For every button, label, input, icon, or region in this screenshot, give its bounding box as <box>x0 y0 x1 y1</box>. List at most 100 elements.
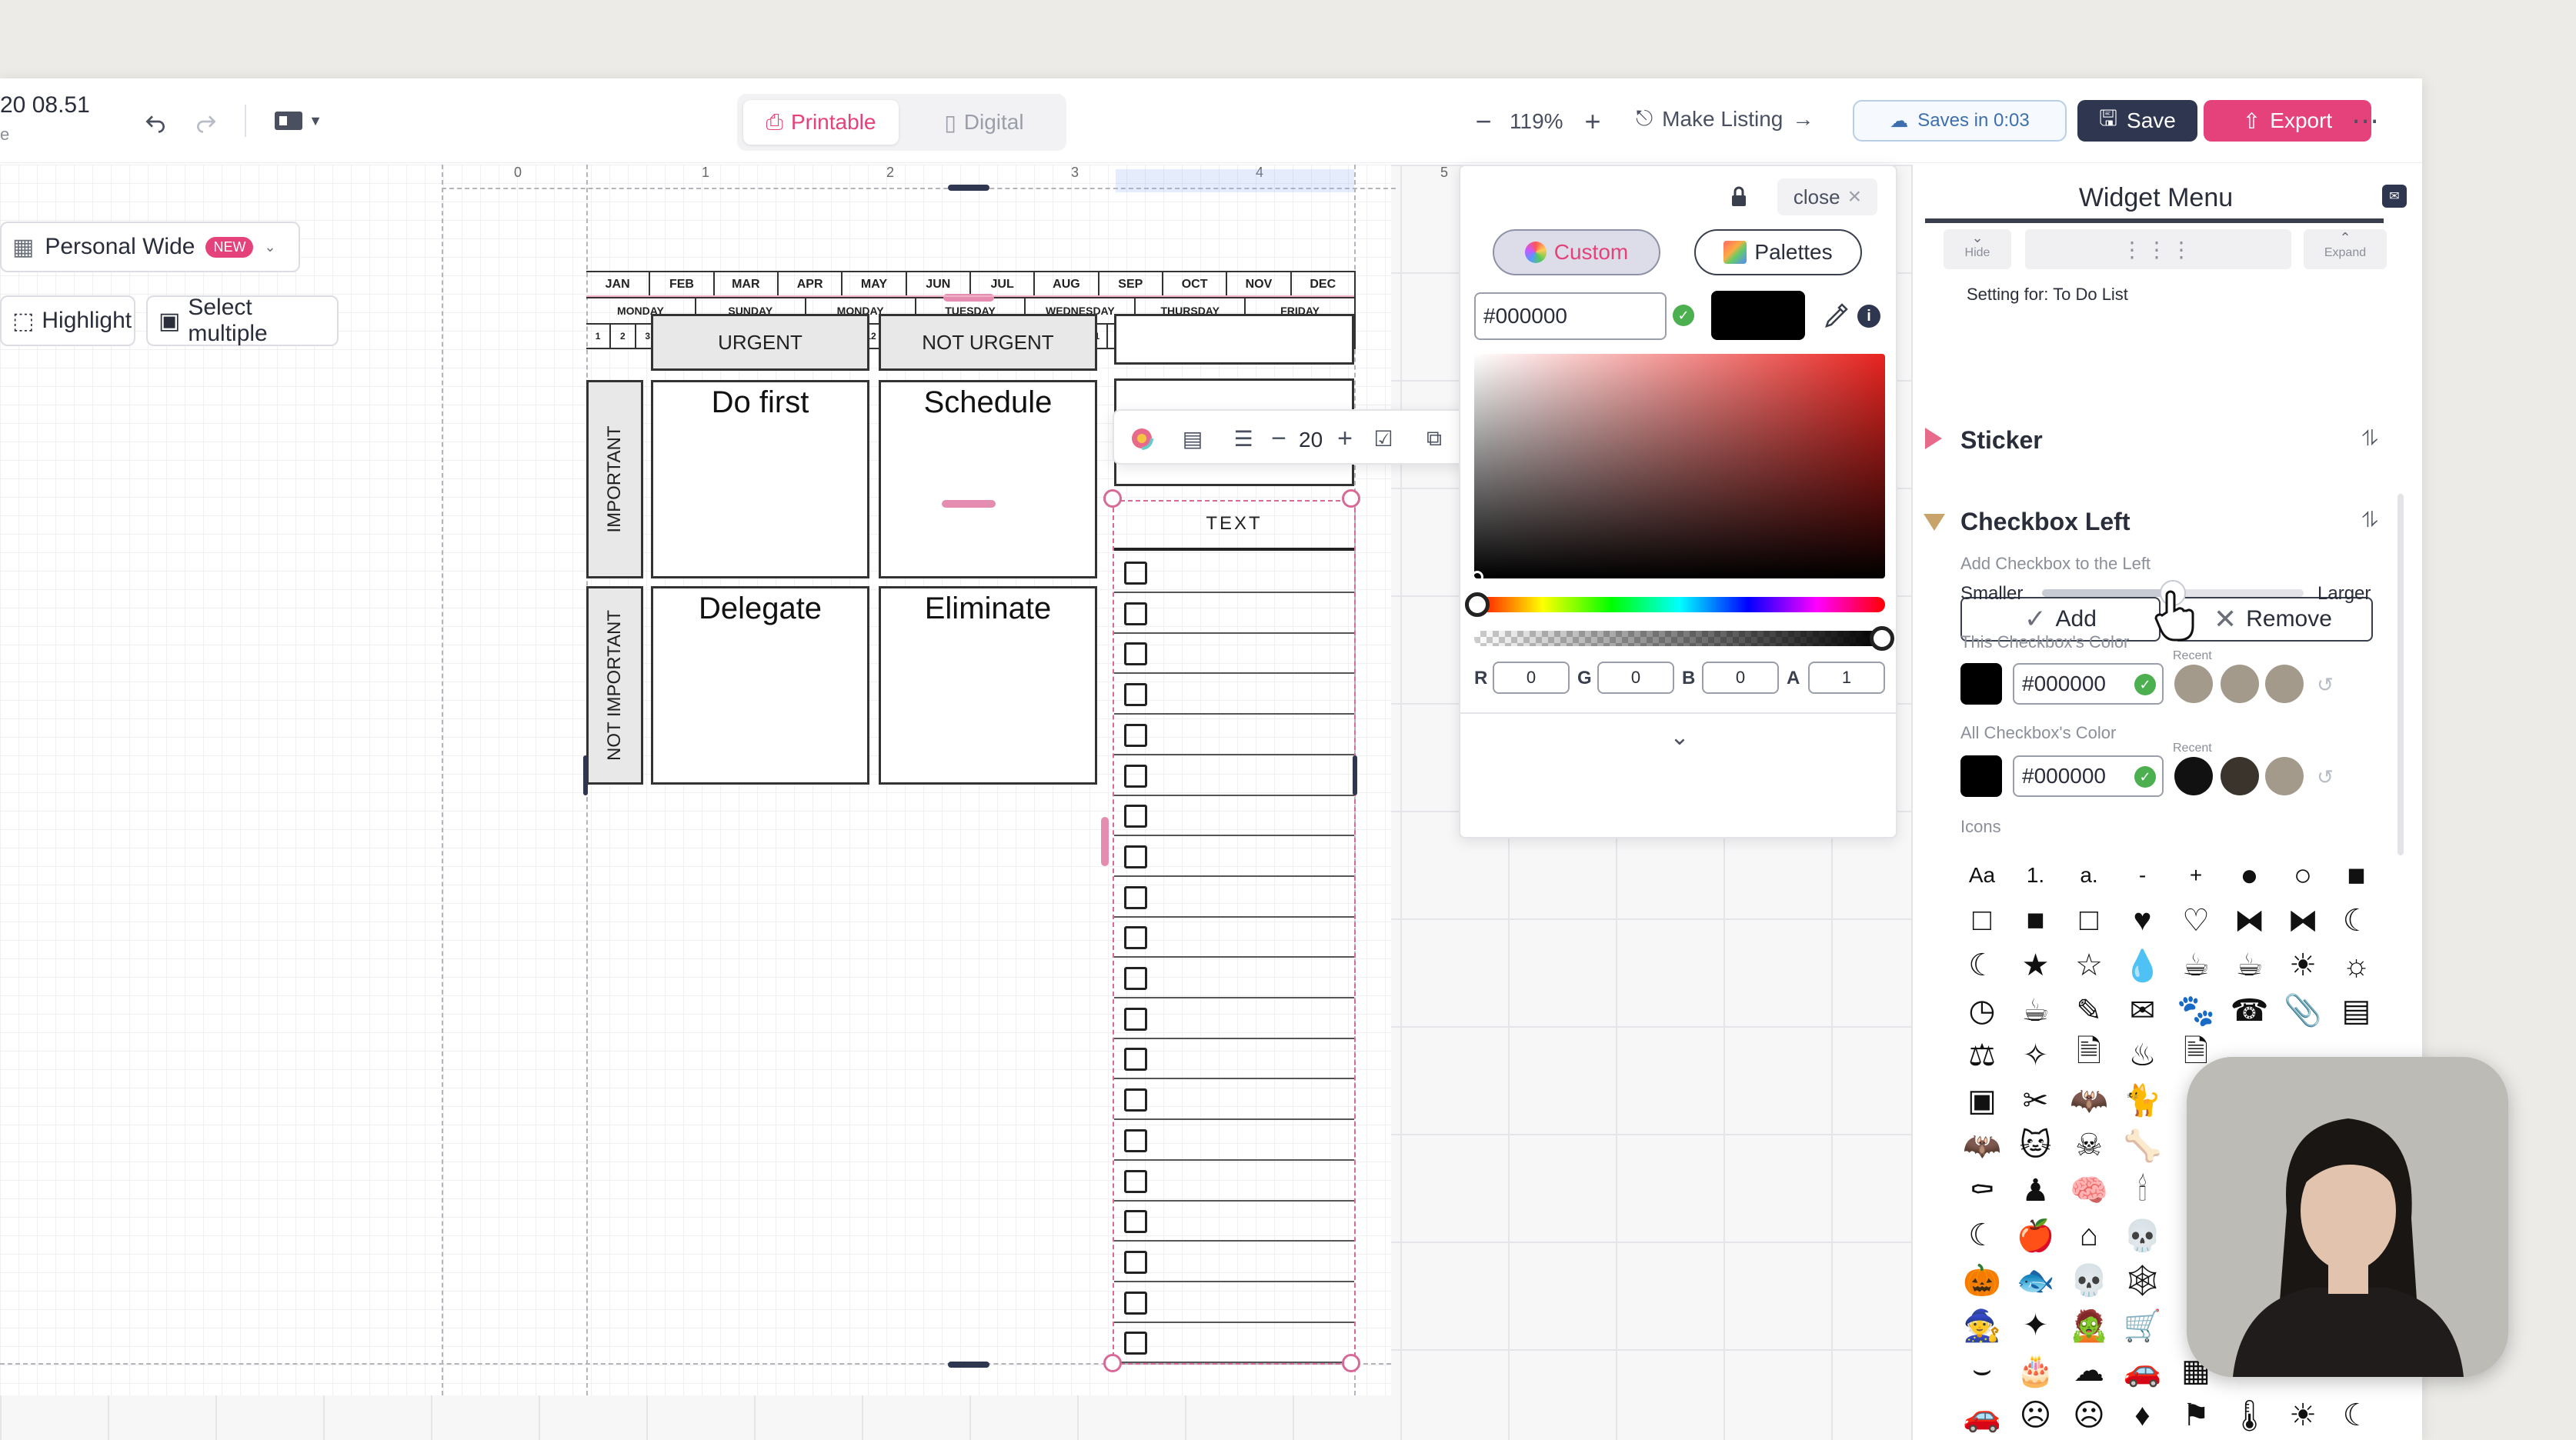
hex-input[interactable]: #000000 <box>1474 292 1667 340</box>
select-multiple-button[interactable]: ▣ Select multiple <box>146 295 339 346</box>
icon-option[interactable]: ☹ <box>2067 1394 2111 1437</box>
make-listing-button[interactable]: ⎋ Make Listing → <box>1636 106 1814 132</box>
zoom-in-button[interactable]: + <box>1576 105 1610 138</box>
line-spacing-icon[interactable]: ☰ <box>1226 422 1260 455</box>
icon-option[interactable]: ♥ <box>2121 899 2164 942</box>
tab-palettes[interactable]: Palettes <box>1694 229 1862 275</box>
icon-option[interactable]: 🦇 <box>2067 1079 2111 1122</box>
selection-handle[interactable] <box>1342 489 1360 508</box>
icon-option[interactable]: ☾ <box>2335 899 2378 942</box>
todo-row[interactable] <box>1114 552 1354 593</box>
checkbox[interactable] <box>1124 1007 1147 1031</box>
a-input[interactable]: 1 <box>1808 662 1885 694</box>
tab-custom[interactable]: Custom <box>1493 229 1660 275</box>
duplicate-icon[interactable]: ⧉ <box>1417 422 1451 455</box>
alpha-slider[interactable] <box>1474 631 1885 646</box>
todo-row[interactable] <box>1114 1242 1354 1282</box>
icon-option[interactable]: ☕ <box>2174 944 2217 987</box>
eyedropper-icon[interactable] <box>1817 295 1854 335</box>
recent-swatch[interactable] <box>2265 757 2304 795</box>
icon-option[interactable]: a. <box>2067 854 2111 897</box>
icon-option[interactable]: □ <box>1960 899 2004 942</box>
icon-option[interactable]: ✂ <box>2014 1079 2057 1122</box>
increase-button[interactable]: + <box>1331 422 1359 455</box>
todo-row[interactable] <box>1114 877 1354 918</box>
todo-row[interactable] <box>1114 674 1354 715</box>
checkbox[interactable] <box>1124 926 1147 950</box>
icon-option[interactable]: 🕯 <box>2121 1169 2164 1212</box>
resize-handle-bottom[interactable] <box>948 1362 989 1368</box>
checkbox[interactable] <box>1124 1291 1147 1315</box>
scrollbar[interactable] <box>2397 494 2404 855</box>
icon-option[interactable]: ✉ <box>2121 989 2164 1032</box>
icon-option[interactable]: ☎ <box>2228 989 2271 1032</box>
template-selector[interactable]: ▦ Personal Wide NEW ⌄ <box>0 222 300 272</box>
quadrant-do-first[interactable]: Do first <box>651 380 869 578</box>
collapse-vertical-icon[interactable]: ⥮ <box>2354 423 2385 454</box>
icon-option[interactable]: 💀 <box>2067 1259 2111 1302</box>
reset-icon[interactable]: ↺ <box>2310 762 2341 792</box>
icon-option[interactable]: 🛒 <box>2121 1304 2164 1347</box>
icon-option[interactable]: 🦴 <box>2121 1124 2164 1167</box>
icon-option[interactable]: ☹ <box>2014 1394 2057 1437</box>
quadrant-schedule[interactable]: Schedule <box>879 380 1097 578</box>
icon-option[interactable]: ☾ <box>2335 1394 2378 1437</box>
icon-option[interactable]: - <box>2121 854 2164 897</box>
icon-option[interactable]: 🐱 <box>2014 1124 2057 1167</box>
icon-option[interactable]: ☕ <box>2228 944 2271 987</box>
checkbox[interactable] <box>1124 1169 1147 1193</box>
recent-swatch[interactable] <box>2265 665 2304 703</box>
icon-option[interactable]: ✦ <box>2014 1304 2057 1347</box>
icon-option[interactable]: 💧 <box>2121 944 2164 987</box>
icon-option[interactable]: 🎂 <box>2014 1349 2057 1392</box>
icon-option[interactable]: 🦇 <box>1960 1124 2004 1167</box>
drag-grip[interactable]: ⋮⋮⋮ <box>2025 229 2291 269</box>
saturation-cursor[interactable] <box>1471 571 1483 583</box>
todo-header[interactable]: TEXT <box>1114 500 1354 551</box>
todo-row[interactable] <box>1114 1161 1354 1202</box>
save-button[interactable]: 🖫 Save <box>2077 100 2197 142</box>
icon-option[interactable]: 🎃 <box>1960 1259 2004 1302</box>
icon-option[interactable]: ⚑ <box>2174 1394 2217 1437</box>
resize-handle-left[interactable] <box>1101 817 1109 866</box>
todo-row[interactable] <box>1114 836 1354 877</box>
icon-option[interactable]: 🍎 <box>2014 1214 2057 1257</box>
color-wheel-icon[interactable] <box>1125 422 1159 455</box>
icon-option[interactable]: ☕ <box>2014 989 2057 1032</box>
checkbox[interactable] <box>1124 1210 1147 1234</box>
todo-row[interactable] <box>1114 917 1354 958</box>
checkbox[interactable] <box>1124 967 1147 990</box>
hue-slider[interactable] <box>1474 597 1885 612</box>
all-color-swatch[interactable] <box>1960 755 2002 797</box>
saturation-area[interactable] <box>1474 354 1885 578</box>
icon-option[interactable]: ▤ <box>2335 989 2378 1032</box>
section-checkbox-left[interactable]: Checkbox Left <box>1960 508 2130 536</box>
checkbox[interactable] <box>1124 1088 1147 1112</box>
section-sticker[interactable]: Sticker <box>1960 426 2043 455</box>
info-icon[interactable]: i <box>1857 305 1880 328</box>
todo-row[interactable] <box>1114 1038 1354 1080</box>
todo-row[interactable] <box>1114 593 1354 634</box>
layout-menu-button[interactable]: ▼ <box>265 103 331 138</box>
font-size-value[interactable]: 20 <box>1299 428 1323 452</box>
quadrant-eliminate[interactable]: Eliminate <box>879 586 1097 785</box>
icon-option[interactable]: ☀ <box>2281 1394 2324 1437</box>
g-input[interactable]: 0 <box>1597 662 1674 694</box>
todo-row[interactable] <box>1114 1079 1354 1121</box>
icon-option[interactable]: ⌣ <box>1960 1349 2004 1392</box>
icon-option[interactable]: ⧓ <box>2228 899 2271 942</box>
todo-row[interactable] <box>1114 715 1354 755</box>
icon-option[interactable]: ⚰ <box>1960 1169 2004 1212</box>
icon-option[interactable]: ⌂ <box>2067 1214 2111 1257</box>
icon-option[interactable]: ● <box>2228 854 2271 897</box>
icon-option[interactable]: ★ <box>2014 944 2057 987</box>
selection-handle[interactable] <box>1103 489 1122 508</box>
icon-option[interactable]: 🧙 <box>1960 1304 2004 1347</box>
checkbox[interactable] <box>1124 1128 1147 1152</box>
icon-option[interactable]: ☁ <box>2067 1349 2111 1392</box>
recent-swatch[interactable] <box>2174 757 2213 795</box>
icon-option[interactable]: ☠ <box>2067 1124 2111 1167</box>
icon-option[interactable]: 🐟 <box>2014 1259 2057 1302</box>
mode-printable[interactable]: ⎙ Printable <box>743 100 899 145</box>
expand-button[interactable]: ⌃ Expand <box>2304 229 2387 269</box>
